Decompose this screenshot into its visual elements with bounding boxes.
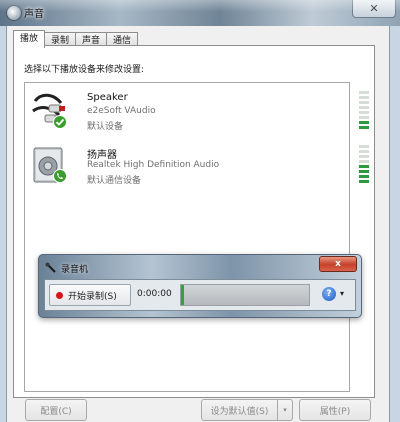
recording-time: 0:00:00 [137, 289, 172, 299]
microphone-icon [45, 262, 56, 273]
meter-bar [359, 160, 369, 163]
device-driver: Realtek High Definition Audio [87, 160, 220, 170]
configure-button[interactable]: 配置(C) [25, 399, 87, 421]
meter-bar [359, 121, 369, 124]
set-default-dropdown-button[interactable]: ▾ [277, 399, 293, 421]
meter-bar [359, 145, 369, 148]
device-name: Speaker [87, 92, 128, 103]
device-item-realtek-speaker[interactable]: 扬声器 Realtek High Definition Audio 默认通信设备 [25, 141, 369, 191]
playback-panel: 选择以下播放设备来修改设置: Speaker e2eSoft VAudio 默认… [13, 45, 375, 398]
device-status: 默认通信设备 [87, 176, 142, 186]
device-driver: e2eSoft VAudio [87, 106, 156, 116]
meter-bar [359, 165, 369, 168]
window-title: 声音 [24, 9, 44, 20]
volume-meter [359, 91, 369, 131]
recorder-close-button[interactable]: x [319, 256, 357, 272]
recorder-body: 开始录制(S) 0:00:00 ? ▾ [44, 279, 356, 311]
properties-button[interactable]: 属性(P) [299, 399, 371, 421]
device-status: 默认设备 [87, 122, 124, 132]
volume-meter [359, 145, 369, 185]
meter-bar [359, 111, 369, 114]
meter-bar [359, 96, 369, 99]
meter-bar [359, 126, 369, 129]
phone-badge-icon [53, 169, 67, 183]
input-level-fill [181, 285, 184, 305]
meter-bar [359, 106, 369, 109]
instruction-text: 选择以下播放设备来修改设置: [24, 65, 145, 75]
meter-bar [359, 155, 369, 158]
meter-bar [359, 116, 369, 119]
input-level-bar [180, 284, 310, 306]
dialog-client-area: 播放 录制 声音 通信 选择以下播放设备来修改设置: Speaker e2eSo… [6, 26, 390, 422]
checkmark-badge-icon [53, 115, 67, 129]
device-name: 扬声器 [87, 150, 117, 161]
tab-strip: 播放 录制 声音 通信 [13, 30, 139, 48]
close-button[interactable]: ✕ [352, 0, 396, 18]
sound-recorder-window: 录音机 x 开始录制(S) 0:00:00 ? ▾ [38, 254, 362, 318]
tab-playback[interactable]: 播放 [13, 30, 46, 48]
speaker-icon [6, 5, 22, 21]
meter-bar [359, 175, 369, 178]
help-icon[interactable]: ? [322, 287, 336, 301]
chevron-down-icon[interactable]: ▾ [340, 289, 344, 298]
recorder-title: 录音机 [61, 265, 89, 275]
set-default-button[interactable]: 设为默认值(S) [201, 399, 278, 421]
device-list[interactable]: Speaker e2eSoft VAudio 默认设备 扬声器 Realtek … [24, 82, 369, 392]
meter-bar [359, 101, 369, 104]
record-dot-icon [56, 291, 63, 299]
start-recording-label: 开始录制(S) [68, 291, 117, 302]
start-recording-button[interactable]: 开始录制(S) [49, 284, 131, 306]
meter-bar [359, 150, 369, 153]
title-bar: 声音 ✕ [0, 0, 400, 26]
meter-bar [359, 91, 369, 94]
meter-bar [359, 170, 369, 173]
device-item-speaker[interactable]: Speaker e2eSoft VAudio 默认设备 [25, 87, 369, 137]
meter-bar [359, 180, 369, 183]
